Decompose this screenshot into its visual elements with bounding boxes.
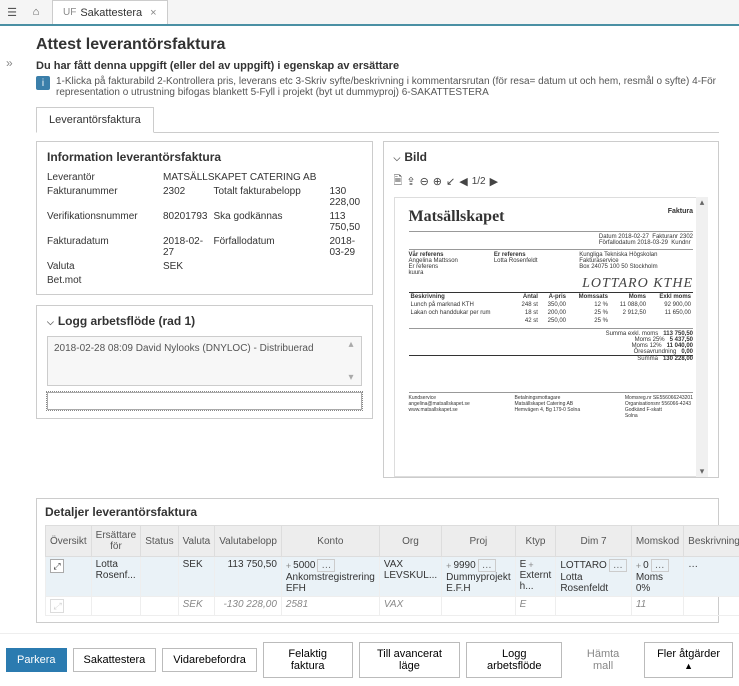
log-panel-title[interactable]: ⌵Logg arbetsflöde (rad 1) <box>47 314 362 328</box>
val-supplier[interactable]: MATSÄLLSKAPET CATERING AB <box>163 172 362 183</box>
document-icon[interactable]: 🗎 <box>394 172 403 191</box>
lbl-due: Förfallodatum <box>214 236 324 258</box>
val-payto <box>163 275 208 286</box>
col-currency[interactable]: Valuta <box>178 526 215 557</box>
lookup-account-icon[interactable]: … <box>317 559 335 572</box>
tab-sakattestera[interactable]: UF Sakattestera × <box>52 0 168 24</box>
tab-leverantorsfaktura[interactable]: Leverantörsfaktura <box>36 107 154 133</box>
lbl-total: Totalt fakturabelopp <box>214 186 324 208</box>
page-subtitle: Du har fått denna uppgift (eller del av … <box>36 60 719 72</box>
cell-currency: SEK <box>178 557 215 597</box>
col-amount[interactable]: Valutabelopp <box>215 526 282 557</box>
attest-button[interactable]: Sakattestera <box>73 648 157 672</box>
lbl-payto: Bet.mot <box>47 275 157 286</box>
val-verif: 80201793 <box>163 211 208 233</box>
tab-row: Leverantörsfaktura <box>36 106 719 133</box>
lbl-invdate: Fakturadatum <box>47 236 157 258</box>
invoice-company: Matsällskapet <box>409 208 505 226</box>
log-scroll[interactable]: ▴▾ <box>349 339 359 383</box>
prev-page-icon[interactable]: ◀ <box>459 175 467 188</box>
main-content: Attest leverantörsfaktura Du har fått de… <box>0 26 739 633</box>
log-box: 2018-02-28 08:09 David Nylooks (DNYLOC) … <box>47 336 362 386</box>
fit-icon[interactable]: ↙ <box>446 175 455 188</box>
lookup-dim7-icon[interactable]: … <box>609 559 627 572</box>
home-icon[interactable]: ⌂ <box>24 0 48 24</box>
col-org[interactable]: Org <box>379 526 441 557</box>
caret-icon: ⌵ <box>47 317 54 327</box>
scroll-up-icon[interactable]: ▴ <box>700 197 705 208</box>
expand-toggle-icon[interactable]: » <box>6 56 13 70</box>
invoice-lines: BeskrivningAntalÀ-prisMomssatsMomsExkl m… <box>409 293 694 325</box>
details-panel: Detaljer leverantörsfaktura Översikt Ers… <box>36 498 719 623</box>
details-table: Översikt Ersättare för Status Valuta Val… <box>45 525 739 616</box>
lbl-currency: Valuta <box>47 261 157 272</box>
zoom-out-icon[interactable]: ⊖ <box>420 175 429 188</box>
cell-amount: 113 750,50 <box>215 557 282 597</box>
col-substitute[interactable]: Ersättare för <box>91 526 141 557</box>
log-panel: ⌵Logg arbetsflöde (rad 1) 2018-02-28 08:… <box>36 305 373 419</box>
lookup-proj-icon[interactable]: … <box>478 559 496 572</box>
val-currency: SEK <box>163 261 208 272</box>
info-panel: Information leverantörsfaktura Leverantö… <box>36 141 373 295</box>
table-row[interactable]: ⤢ Lotta Rosenf... SEK 113 750,50 +5000…A… <box>46 557 739 597</box>
table-row[interactable]: ⤢ SEK -130 228,00 2581 VAX E 11 <box>46 597 739 616</box>
col-proj[interactable]: Proj <box>442 526 515 557</box>
col-account[interactable]: Konto <box>281 526 379 557</box>
row-expand-icon[interactable]: ⤢ <box>50 559 64 573</box>
col-desc[interactable]: Beskrivning <box>684 526 739 557</box>
val-due: 2018-03-29 <box>330 236 362 258</box>
preview-scrollbar[interactable]: ▴ ▾ <box>696 197 708 477</box>
footer-actions: Parkera Sakattestera Vidarebefordra Fela… <box>0 633 739 686</box>
lookup-desc-icon[interactable]: … <box>688 559 698 570</box>
next-page-icon[interactable]: ▶ <box>490 175 498 188</box>
log-button[interactable]: Logg arbetsflöde <box>466 642 562 678</box>
val-invoice-no: 2302 <box>163 186 208 208</box>
row-expand-icon[interactable]: ⤢ <box>50 599 64 613</box>
topbar: ☰ ⌂ UF Sakattestera × <box>0 0 739 26</box>
image-toolbar: 🗎 ⇪ ⊖ ⊕ ↙ ◀ 1/2 ▶ <box>394 172 709 191</box>
val-total: 130 228,00 <box>330 186 362 208</box>
invalid-button[interactable]: Felaktig faktura <box>263 642 353 678</box>
menu-icon[interactable]: ☰ <box>0 0 24 24</box>
scroll-down-icon[interactable]: ▾ <box>700 466 705 477</box>
val-approve: 113 750,50 <box>330 211 362 233</box>
log-entry: 2018-02-28 08:09 David Nylooks (DNYLOC) … <box>54 343 314 354</box>
image-panel-title[interactable]: ⌵Bild <box>394 150 709 164</box>
page-title: Attest leverantörsfaktura <box>36 36 719 54</box>
tab-prefix: UF <box>63 7 76 18</box>
close-icon[interactable]: × <box>150 7 156 19</box>
info-icon: i <box>36 76 50 90</box>
export-icon[interactable]: ⇪ <box>406 175 415 188</box>
col-vatcode[interactable]: Momskod <box>631 526 683 557</box>
more-actions-button[interactable]: Fler åtgärder <box>644 642 733 678</box>
instructions-text: 1-Klicka på fakturabild 2-Kontrollera pr… <box>56 76 719 98</box>
col-ktyp[interactable]: Ktyp <box>515 526 556 557</box>
pager-text: 1/2 <box>472 176 486 187</box>
cell-substitute: Lotta Rosenf... <box>91 557 141 597</box>
lbl-verif: Verifikationsnummer <box>47 211 157 233</box>
col-status[interactable]: Status <box>141 526 178 557</box>
info-banner: i 1-Klicka på fakturabild 2-Kontrollera … <box>36 76 719 98</box>
lbl-invoice-no: Fakturanummer <box>47 186 157 208</box>
advanced-button[interactable]: Till avancerat läge <box>359 642 461 678</box>
zoom-in-icon[interactable]: ⊕ <box>433 175 442 188</box>
park-button[interactable]: Parkera <box>6 648 67 672</box>
forward-button[interactable]: Vidarebefordra <box>162 648 257 672</box>
template-button[interactable]: Hämta mall <box>568 643 638 677</box>
caret-icon: ⌵ <box>394 153 401 163</box>
tab-title: Sakattestera <box>80 7 142 19</box>
lookup-vat-icon[interactable]: … <box>651 559 669 572</box>
val-invdate: 2018-02-27 <box>163 236 208 258</box>
invoice-preview[interactable]: Matsällskapet Faktura Datum 2018-02-27 F… <box>394 197 709 477</box>
col-overview[interactable]: Översikt <box>46 526 92 557</box>
col-dim7[interactable]: Dim 7 <box>556 526 631 557</box>
lbl-supplier: Leverantör <box>47 172 157 183</box>
details-title: Detaljer leverantörsfaktura <box>45 505 710 519</box>
info-panel-title: Information leverantörsfaktura <box>47 150 362 164</box>
log-comment-input[interactable] <box>47 392 362 410</box>
invoice-signature: LOTTARO KTHE <box>409 276 694 293</box>
lbl-approve: Ska godkännas <box>214 211 324 233</box>
image-panel: ⌵Bild 🗎 ⇪ ⊖ ⊕ ↙ ◀ 1/2 ▶ Matsällskapet Fa… <box>383 141 720 478</box>
